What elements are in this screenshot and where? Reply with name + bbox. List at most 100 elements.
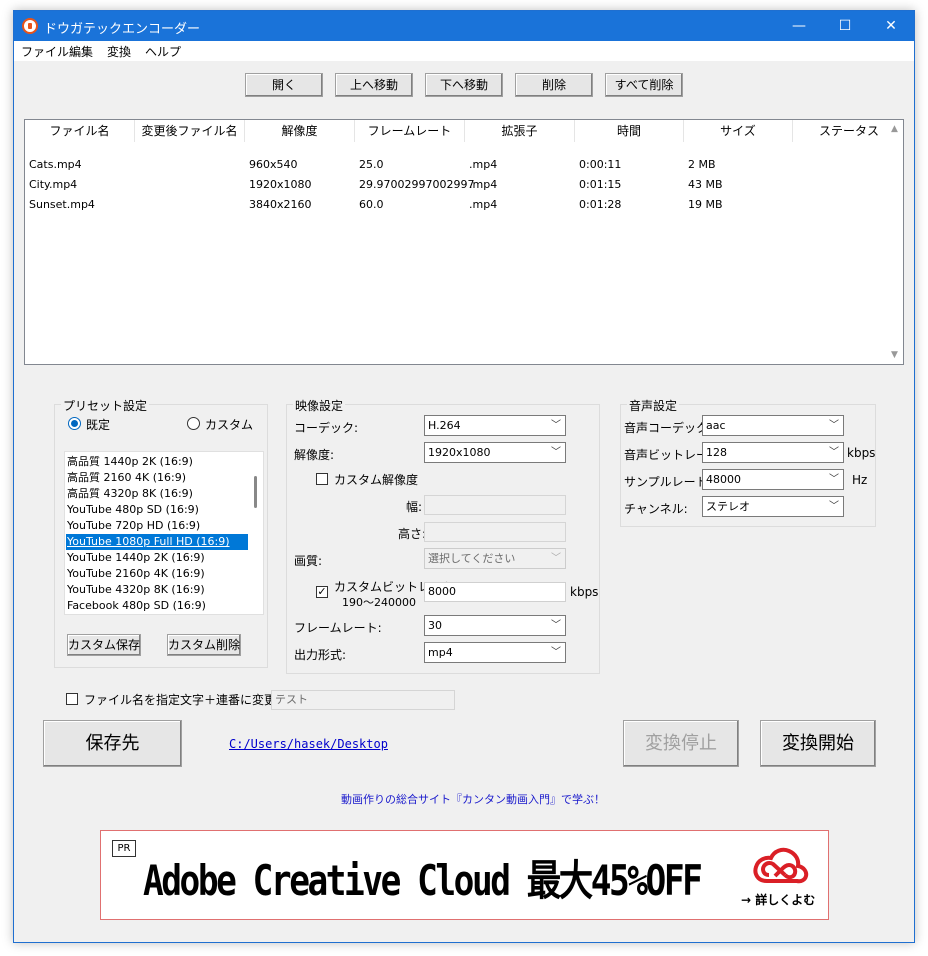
file-list-scrollbar[interactable]: ▲ ▼	[886, 120, 903, 364]
video-framerate-value: 30	[428, 619, 442, 632]
ad-banner[interactable]: PR Adobe Creative Cloud 最大45%OFF → 詳しくよむ	[100, 830, 829, 920]
video-codec-select[interactable]: H.264 ﹀	[424, 415, 566, 436]
preset-custom-label: カスタム	[205, 418, 254, 432]
cell-framerate: 25.0	[359, 158, 384, 171]
move-down-button[interactable]: 下へ移動	[425, 73, 503, 97]
save-to-button[interactable]: 保存先	[43, 720, 182, 767]
open-button[interactable]: 開く	[245, 73, 323, 97]
bitrate-input[interactable]: 8000	[424, 582, 566, 602]
chevron-down-icon: ﹀	[551, 620, 561, 631]
column-framerate[interactable]: フレームレート	[355, 120, 465, 142]
table-row[interactable]: City.mp4 1920x1080 29.97002997002997 .mp…	[25, 175, 887, 195]
start-convert-button[interactable]: 変換開始	[760, 720, 876, 767]
chevron-down-icon: ﹀	[829, 474, 839, 485]
pr-badge: PR	[112, 840, 136, 857]
save-custom-button[interactable]: カスタム保存	[67, 634, 141, 656]
audio-codec-value: aac	[706, 419, 726, 432]
video-framerate-label: フレームレート:	[294, 621, 382, 635]
samplerate-select[interactable]: 48000 ﹀	[702, 469, 844, 490]
video-group-title: 映像設定	[293, 397, 346, 414]
scroll-down-icon[interactable]: ▼	[886, 350, 903, 360]
list-item[interactable]: Facebook 480p SD (16:9)	[66, 598, 249, 614]
rename-label: ファイル名を指定文字＋連番に変更	[84, 693, 277, 707]
close-button[interactable]: ✕	[868, 11, 914, 41]
video-resolution-value: 1920x1080	[428, 446, 491, 459]
column-extension[interactable]: 拡張子	[465, 120, 575, 142]
banner-more-link[interactable]: → 詳しくよむ	[741, 891, 815, 908]
preset-default-radio[interactable]	[68, 417, 81, 430]
output-format-select[interactable]: mp4 ﹀	[424, 642, 566, 663]
quality-select[interactable]: 選択してください ﹀	[424, 548, 566, 569]
column-duration[interactable]: 時間	[575, 120, 684, 142]
preset-list[interactable]: 高品質 1440p 2K (16:9) 高品質 2160 4K (16:9) 高…	[64, 451, 264, 615]
scroll-thumb[interactable]	[254, 476, 257, 508]
file-list[interactable]: ファイル名 変更後ファイル名 解像度 フレームレート 拡張子 時間 サイズ ステ…	[24, 119, 904, 365]
width-input[interactable]	[424, 495, 566, 515]
list-item-selected[interactable]: YouTube 1080p Full HD (16:9)	[66, 534, 249, 550]
rename-checkbox[interactable]	[66, 693, 78, 705]
samplerate-label: サンプルレート:	[624, 475, 712, 489]
video-resolution-label: 解像度:	[294, 448, 335, 462]
audio-bitrate-select[interactable]: 128 ﹀	[702, 442, 844, 463]
move-up-button[interactable]: 上へ移動	[335, 73, 413, 97]
cell-resolution: 960x540	[249, 158, 298, 171]
list-item[interactable]: YouTube 480p SD (16:9)	[66, 502, 249, 518]
promo-link[interactable]: 動画作りの総合サイト『カンタン動画入門』で学ぶ！	[341, 791, 605, 807]
cell-extension: .mp4	[469, 178, 498, 191]
channel-select[interactable]: ステレオ ﹀	[702, 496, 844, 517]
samplerate-value: 48000	[706, 473, 741, 486]
list-item[interactable]: YouTube 720p HD (16:9)	[66, 518, 249, 534]
minimize-button[interactable]: —	[776, 11, 822, 41]
video-codec-value: H.264	[428, 419, 461, 432]
custom-resolution-checkbox[interactable]	[316, 473, 328, 485]
output-format-value: mp4	[428, 646, 453, 659]
menu-convert[interactable]: 変換	[107, 43, 131, 60]
file-list-header: ファイル名 変更後ファイル名 解像度 フレームレート 拡張子 時間 サイズ ステ…	[25, 120, 887, 144]
preset-custom-radio[interactable]	[187, 417, 200, 430]
delete-custom-button[interactable]: カスタム削除	[167, 634, 241, 656]
list-item[interactable]: YouTube 4320p 8K (16:9)	[66, 582, 249, 598]
custom-bitrate-checkbox[interactable]: ✓	[316, 586, 328, 598]
chevron-down-icon: ﹀	[829, 501, 839, 512]
column-new-filename[interactable]: 変更後ファイル名	[135, 120, 245, 142]
height-input[interactable]	[424, 522, 566, 542]
output-path-link[interactable]: C:/Users/hasek/Desktop	[229, 737, 388, 751]
column-filename[interactable]: ファイル名	[25, 120, 135, 142]
list-item[interactable]: 高品質 2160 4K (16:9)	[66, 470, 249, 486]
menu-help[interactable]: ヘルプ	[145, 43, 181, 60]
cell-resolution: 1920x1080	[249, 178, 312, 191]
chevron-down-icon: ﹀	[551, 647, 561, 658]
chevron-down-icon: ﹀	[829, 447, 839, 458]
list-item[interactable]: 高品質 1440p 2K (16:9)	[66, 454, 249, 470]
stop-convert-button[interactable]: 変換停止	[623, 720, 739, 767]
video-resolution-select[interactable]: 1920x1080 ﹀	[424, 442, 566, 463]
menu-file[interactable]: ファイル	[21, 43, 69, 60]
preset-group-title: プリセット設定	[61, 397, 150, 414]
list-item[interactable]: 高品質 4320p 8K (16:9)	[66, 486, 249, 502]
quality-label: 画質:	[294, 554, 323, 568]
banner-headline: Adobe Creative Cloud 最大45%OFF	[143, 856, 703, 905]
preset-list-scrollbar[interactable]	[248, 452, 263, 614]
table-row[interactable]: Cats.mp4 960x540 25.0 .mp4 0:00:11 2 MB	[25, 155, 887, 175]
scroll-up-icon[interactable]: ▲	[886, 124, 903, 134]
app-icon	[22, 18, 38, 34]
list-item[interactable]: YouTube 1440p 2K (16:9)	[66, 550, 249, 566]
menu-edit[interactable]: 編集	[69, 43, 93, 60]
maximize-button[interactable]: ☐	[822, 11, 868, 41]
audio-codec-select[interactable]: aac ﹀	[702, 415, 844, 436]
cell-size: 43 MB	[688, 178, 723, 191]
preset-default-label: 既定	[86, 418, 111, 432]
cell-extension: .mp4	[469, 158, 498, 171]
delete-button[interactable]: 削除	[515, 73, 593, 97]
rename-input[interactable]: テスト	[271, 690, 455, 710]
chevron-down-icon: ﹀	[551, 420, 561, 431]
column-size[interactable]: サイズ	[684, 120, 793, 142]
delete-all-button[interactable]: すべて削除	[605, 73, 683, 97]
creative-cloud-logo-icon	[753, 847, 809, 884]
list-item[interactable]: YouTube 2160p 4K (16:9)	[66, 566, 249, 582]
column-resolution[interactable]: 解像度	[245, 120, 355, 142]
video-codec-label: コーデック:	[294, 421, 359, 435]
video-framerate-select[interactable]: 30 ﹀	[424, 615, 566, 636]
table-row[interactable]: Sunset.mp4 3840x2160 60.0 .mp4 0:01:28 1…	[25, 195, 887, 215]
cell-size: 2 MB	[688, 158, 716, 171]
